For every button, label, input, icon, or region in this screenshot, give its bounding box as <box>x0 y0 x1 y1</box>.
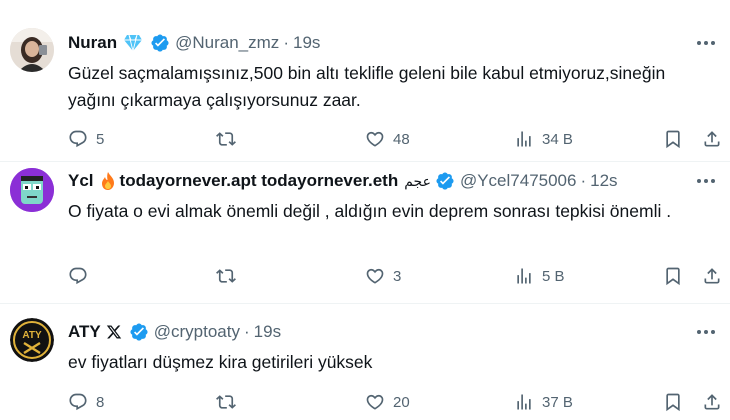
views-chart-icon <box>517 394 531 410</box>
avatar-photo <box>10 168 54 212</box>
bookmark-icon <box>666 130 680 149</box>
bookmark-button[interactable] <box>663 127 683 151</box>
tweet-3[interactable]: ATY ATY @cryptoaty · 19s ev fiyatları dü… <box>0 304 730 420</box>
timestamp[interactable]: 19s <box>254 322 281 342</box>
reply-icon <box>69 393 87 411</box>
avatar-photo <box>10 28 54 72</box>
view-count: 37 B <box>542 393 573 411</box>
view-count: 5 B <box>542 267 565 285</box>
display-name-arabic: عجم <box>404 172 431 189</box>
reply-count: 8 <box>96 393 105 411</box>
avatar-text: ATY <box>22 330 42 341</box>
display-name[interactable]: ATY <box>68 322 101 342</box>
aty-logo: ATY <box>10 318 54 362</box>
like-count: 3 <box>393 267 402 285</box>
display-name[interactable]: Ycl <box>68 171 94 191</box>
repost-button[interactable] <box>216 390 244 414</box>
bookmark-icon <box>666 393 680 412</box>
like-button[interactable]: 3 <box>365 264 401 288</box>
display-name-extra[interactable]: todayornever.apt todayornever.eth <box>120 171 399 191</box>
tweet-header: ATY @cryptoaty · 19s <box>68 321 281 343</box>
reply-count: 5 <box>96 130 105 148</box>
bookmark-icon <box>666 267 680 286</box>
display-name[interactable]: Nuran <box>68 33 117 53</box>
verified-badge-icon[interactable] <box>150 33 170 53</box>
verified-badge-icon[interactable] <box>129 322 149 342</box>
tweet-text: ev fiyatları düşmez kira getirileri yüks… <box>68 352 373 372</box>
handle[interactable]: @cryptoaty <box>154 322 240 342</box>
tweet-2[interactable]: Ycl todayornever.apt todayornever.eth عج… <box>0 162 730 304</box>
timestamp[interactable]: 19s <box>293 33 320 53</box>
repost-icon <box>216 269 236 283</box>
separator-dot: · <box>243 322 250 341</box>
share-button[interactable] <box>702 127 722 151</box>
like-count: 48 <box>393 130 410 148</box>
reply-icon <box>69 130 87 148</box>
view-count: 34 B <box>542 130 573 148</box>
action-bar: 3 5 B <box>68 264 728 288</box>
share-icon <box>704 394 720 410</box>
reply-button[interactable]: 5 <box>68 127 104 151</box>
like-count: 20 <box>393 393 410 411</box>
heart-icon <box>366 394 384 410</box>
handle[interactable]: @Nuran_zmz <box>175 33 279 53</box>
action-bar: 8 20 37 B <box>68 390 728 414</box>
views-button[interactable]: 34 B <box>514 127 573 151</box>
x-logo-icon <box>106 324 122 340</box>
avatar[interactable] <box>10 168 54 212</box>
repost-button[interactable] <box>216 127 244 151</box>
repost-icon <box>216 395 236 409</box>
tweet-text: O fiyata o evi almak önemli değil , aldı… <box>68 201 672 221</box>
repost-icon <box>216 132 236 146</box>
bookmark-button[interactable] <box>663 390 683 414</box>
fire-icon <box>99 171 117 191</box>
verified-badge-icon[interactable] <box>435 171 455 191</box>
share-button[interactable] <box>702 390 722 414</box>
views-button[interactable]: 37 B <box>514 390 573 414</box>
separator-dot: · <box>580 171 587 190</box>
reply-button[interactable]: 8 <box>68 390 104 414</box>
share-icon <box>704 131 720 147</box>
views-chart-icon <box>517 131 531 147</box>
diamond-icon <box>123 34 143 52</box>
share-button[interactable] <box>702 264 722 288</box>
views-chart-icon <box>517 268 531 284</box>
handle[interactable]: @Ycel7475006 <box>460 171 577 191</box>
action-bar: 5 48 34 B <box>68 127 728 151</box>
tweet-header: Nuran @Nuran_zmz · 19s <box>68 32 320 54</box>
timestamp[interactable]: 12s <box>590 171 617 191</box>
separator-dot: · <box>283 33 289 52</box>
like-button[interactable]: 20 <box>365 390 410 414</box>
tweet-1[interactable]: Nuran @Nuran_zmz · 19s Güzel saçmalamışs… <box>0 0 730 162</box>
repost-button[interactable] <box>216 264 244 288</box>
tweet-text: Güzel saçmalamışsınız,500 bin altı tekli… <box>68 63 666 110</box>
avatar[interactable]: ATY <box>10 318 54 362</box>
more-options-icon[interactable] <box>694 32 718 54</box>
more-options-icon[interactable] <box>694 321 718 343</box>
like-button[interactable]: 48 <box>365 127 410 151</box>
more-options-icon[interactable] <box>694 170 718 192</box>
views-button[interactable]: 5 B <box>514 264 565 288</box>
reply-button[interactable] <box>68 264 96 288</box>
share-icon <box>704 268 720 284</box>
bookmark-button[interactable] <box>663 264 683 288</box>
heart-icon <box>366 131 384 147</box>
avatar[interactable] <box>10 28 54 72</box>
reply-icon <box>69 267 87 285</box>
heart-icon <box>366 268 384 284</box>
tweet-header: Ycl todayornever.apt todayornever.eth عج… <box>68 170 618 192</box>
